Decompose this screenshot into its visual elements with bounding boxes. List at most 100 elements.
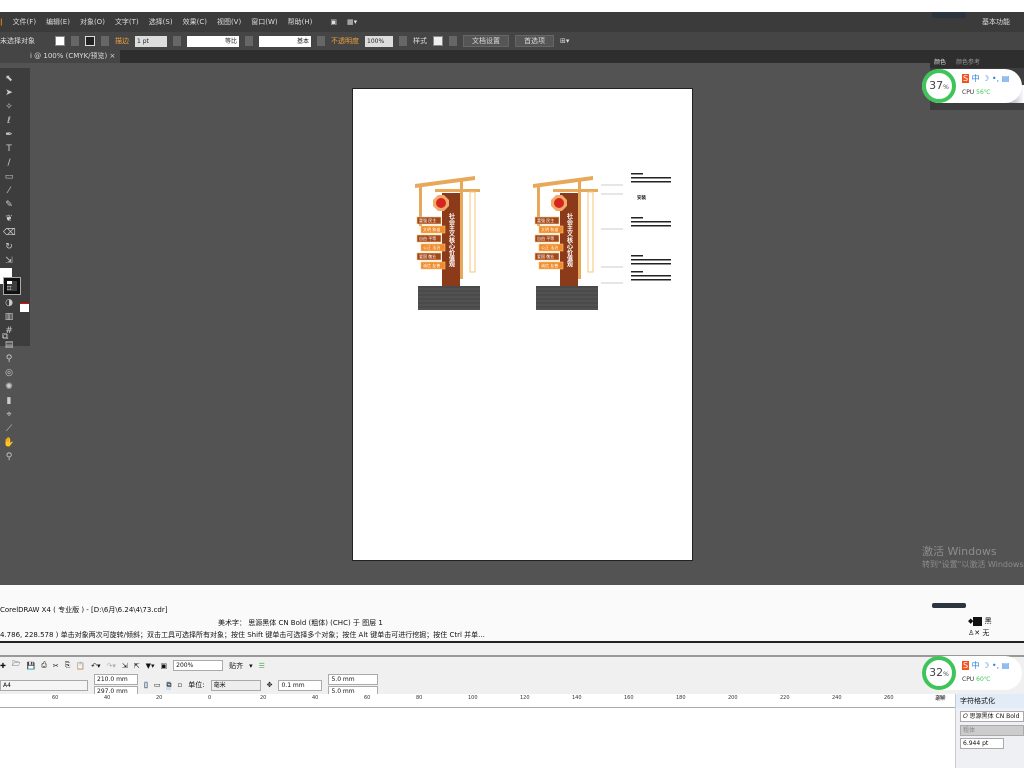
welcome-icon[interactable]: ▣: [161, 662, 168, 670]
value-text: 文明 和谐: [541, 226, 558, 232]
import-icon[interactable]: ⇲: [122, 662, 128, 670]
document-tab[interactable]: i @ 100% (CMYK/预览) ×: [0, 50, 120, 63]
eyedropper-icon[interactable]: ⚲: [3, 353, 15, 365]
page-size-select[interactable]: A4: [0, 679, 88, 691]
copy-icon[interactable]: ⎘: [65, 661, 71, 670]
zoom-level-select[interactable]: 200%: [173, 660, 224, 671]
lasso-icon[interactable]: ℓ: [3, 115, 15, 127]
cut-icon[interactable]: ✂: [53, 662, 59, 670]
ime-mode[interactable]: 中: [972, 661, 980, 670]
none-swatch[interactable]: [20, 303, 29, 312]
selection-icon[interactable]: ➤: [3, 87, 15, 99]
font-size-input[interactable]: 6.944 pt: [960, 738, 1004, 749]
stroke-weight-dropdown[interactable]: [173, 36, 181, 46]
units-select[interactable]: 毫米: [210, 679, 261, 691]
undo-icon[interactable]: ↶▾: [91, 662, 100, 670]
arrange-documents-icon[interactable]: ⊞▾: [560, 37, 569, 45]
open-icon[interactable]: 🗁: [12, 660, 21, 671]
new-icon[interactable]: ✚: [0, 662, 6, 670]
fill-dropdown[interactable]: [71, 36, 79, 46]
menu-view[interactable]: 视图(V): [217, 17, 241, 27]
rotate-icon[interactable]: ↻: [3, 241, 15, 253]
portrait-icon[interactable]: ▯: [144, 681, 148, 689]
style-dropdown[interactable]: [449, 36, 457, 46]
line-icon[interactable]: /: [3, 157, 15, 169]
opacity-label[interactable]: 不透明度: [331, 36, 359, 46]
nudge-input[interactable]: 0.1 mm: [278, 679, 323, 691]
all-pages-icon[interactable]: ⧉: [166, 680, 172, 690]
font-style-select[interactable]: 粗体: [960, 725, 1024, 736]
tab-color[interactable]: 颜色: [934, 57, 946, 68]
menu-edit[interactable]: 编辑(E): [46, 17, 70, 27]
screen-mode-icon[interactable]: ⧉: [2, 332, 8, 342]
artboard[interactable]: 社会主义核心价值观 富强 民主 文明 和谐 自由 平等 公正 法治 爱国 敬业 诚信 友善 社…: [352, 88, 693, 561]
menu-object[interactable]: 对象(O): [80, 17, 105, 27]
paste-icon[interactable]: 📋: [76, 662, 85, 670]
artboard-icon[interactable]: ⌖: [3, 409, 15, 421]
menu-help[interactable]: 帮助(H): [288, 17, 313, 27]
direct-selection-icon[interactable]: ⬉: [3, 73, 15, 85]
graph-icon[interactable]: ▮: [3, 395, 15, 407]
zoom-icon[interactable]: ⚲: [3, 451, 15, 463]
cpu-monitor-widget[interactable]: 37% S 中 ☽ •, ▤ CPU 56℃: [922, 69, 1022, 103]
scale-icon[interactable]: ⇲: [3, 255, 15, 267]
redo-icon[interactable]: ↷▾: [106, 662, 115, 670]
current-page-icon[interactable]: ▫: [177, 681, 182, 689]
duplicate-x-input[interactable]: 5.0 mm: [328, 673, 379, 685]
pencil-icon[interactable]: ✎: [3, 199, 15, 211]
eraser-icon[interactable]: ⌫: [3, 227, 16, 239]
tab-color-guide[interactable]: 颜色参考: [956, 57, 980, 68]
variable-width-profile[interactable]: 等比: [187, 35, 239, 47]
slice-icon[interactable]: ⟋: [3, 423, 15, 435]
horizontal-ruler[interactable]: 毫米 60 40 20 0 20 40 60 80 100 120 140 160 180 200 220 2…: [0, 694, 955, 708]
arrange-icon[interactable]: ▦▾: [347, 18, 357, 26]
stroke-weight-input[interactable]: 1 pt: [135, 35, 167, 47]
cpu-temp: 56℃: [976, 89, 991, 96]
opacity-input[interactable]: 100%: [365, 35, 393, 47]
lattice-frame: [587, 191, 594, 273]
menu-effect[interactable]: 效果(C): [183, 17, 207, 27]
type-icon[interactable]: T: [3, 143, 15, 155]
menu-window[interactable]: 窗口(W): [251, 17, 277, 27]
shape-builder-icon[interactable]: ◑: [3, 297, 15, 309]
options-icon[interactable]: ☰: [259, 662, 265, 670]
launcher-icon[interactable]: ▼▾: [146, 662, 155, 670]
save-icon[interactable]: 💾: [27, 662, 36, 670]
document-setup-button[interactable]: 文档设置: [463, 35, 509, 47]
landscape-icon[interactable]: ▭: [154, 681, 161, 689]
brush-definition[interactable]: 基本: [259, 35, 311, 47]
magic-wand-icon[interactable]: ✧: [3, 101, 15, 113]
bridge-icon[interactable]: ▣: [330, 18, 337, 26]
pen-icon[interactable]: ✒: [3, 129, 15, 141]
rectangle-icon[interactable]: ▭: [3, 171, 15, 183]
print-icon[interactable]: ⎙: [41, 661, 47, 670]
opacity-dropdown[interactable]: [399, 36, 407, 46]
menu-select[interactable]: 选择(S): [149, 17, 173, 27]
hand-icon[interactable]: ✋: [3, 437, 15, 449]
stroke-dropdown[interactable]: [101, 36, 109, 46]
cpu-monitor-widget-2[interactable]: 32% S 中 ☽ •, ▤ CPU 60℃: [922, 656, 1022, 690]
perspective-icon[interactable]: ▥: [3, 311, 15, 323]
drawing-canvas[interactable]: [0, 708, 955, 768]
brush-dropdown[interactable]: [317, 36, 325, 46]
menu-type[interactable]: 文字(T): [115, 17, 139, 27]
paintbrush-icon[interactable]: ⁄: [3, 185, 15, 197]
preferences-button[interactable]: 首选项: [515, 35, 554, 47]
snap-menu[interactable]: 贴齐: [229, 661, 243, 671]
workspace-switcher[interactable]: 基本功能: [982, 17, 1010, 27]
blend-icon[interactable]: ◎: [3, 367, 15, 379]
ime-mode[interactable]: 中: [972, 74, 980, 83]
blob-brush-icon[interactable]: ❦: [3, 213, 15, 225]
menu-file[interactable]: 文件(F): [13, 17, 37, 27]
profile-dropdown[interactable]: [245, 36, 253, 46]
symbol-sprayer-icon[interactable]: ✺: [3, 381, 15, 393]
stroke-label[interactable]: 描边: [115, 36, 129, 46]
font-list[interactable]: 𝑂 思源黑体 CN Bold: [960, 711, 1024, 722]
fill-swatch[interactable]: [55, 36, 65, 46]
page-width-input[interactable]: 210.0 mm: [94, 673, 138, 685]
export-icon[interactable]: ⇱: [134, 662, 140, 670]
close-tab-icon[interactable]: ×: [109, 52, 115, 60]
style-swatch[interactable]: [433, 36, 443, 46]
stroke-swatch[interactable]: [85, 36, 95, 46]
stroke-color-box[interactable]: [3, 277, 21, 295]
